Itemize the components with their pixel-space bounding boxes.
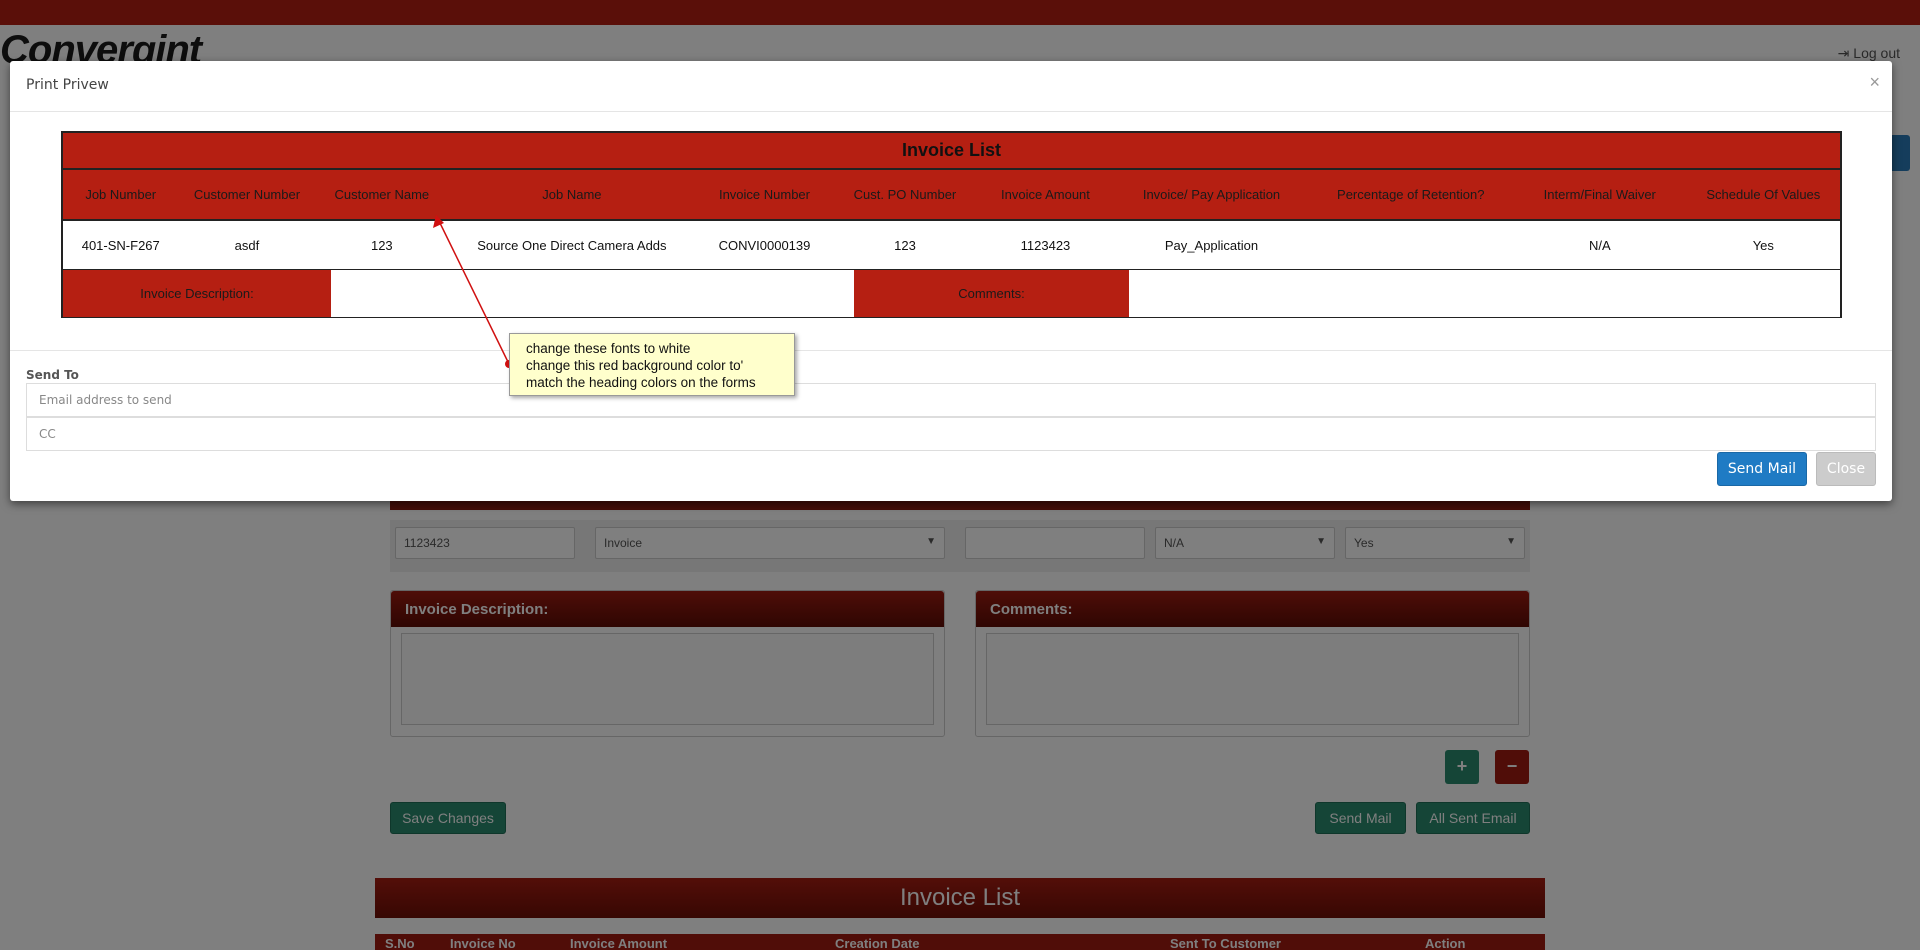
cell-invoice-pay-application: Pay_Application (1114, 220, 1309, 271)
cell-invoice-number: CONVI0000139 (695, 220, 834, 271)
col-invoice-amount: Invoice Amount (976, 168, 1115, 221)
cell-customer-name: 123 (315, 220, 449, 271)
send-mail-button[interactable]: Send Mail (1717, 452, 1807, 486)
annotation-line-2: change this red background color to' (526, 358, 744, 373)
col-customer-name: Customer Name (315, 168, 449, 221)
comments-label: Comments: (854, 270, 1129, 317)
modal-title: Print Privew (26, 77, 109, 93)
annotation-line-1: change these fonts to white (526, 341, 691, 356)
close-button[interactable]: Close (1816, 452, 1876, 486)
col-cust-po-number: Cust. PO Number (833, 168, 977, 221)
invoice-description-value (331, 270, 854, 317)
table-row: 401-SN-F267 asdf 123 Source One Direct C… (60, 220, 1843, 271)
cc-field[interactable]: CC (26, 417, 1876, 451)
send-to-label: Send To (26, 368, 79, 382)
cell-job-name: Source One Direct Camera Adds (448, 220, 696, 271)
col-percentage-retention: Percentage of Retention? (1308, 168, 1513, 221)
cell-job-number: 401-SN-F267 (60, 220, 179, 271)
cell-percentage-retention (1308, 220, 1513, 271)
col-customer-number: Customer Number (178, 168, 316, 221)
modal-header: Print Privew (10, 61, 1892, 112)
cell-customer-number: asdf (178, 220, 316, 271)
invoice-description-label: Invoice Description: (63, 270, 331, 317)
cell-schedule-of-values: Yes (1686, 220, 1843, 271)
comments-value (1129, 270, 1840, 317)
table-title-row: Invoice List (61, 131, 1842, 170)
col-schedule-of-values: Schedule Of Values (1686, 168, 1843, 221)
col-invoice-number: Invoice Number (695, 168, 834, 221)
email-placeholder: Email address to send (39, 393, 172, 407)
table-title: Invoice List (61, 131, 1842, 170)
cell-waiver: N/A (1512, 220, 1687, 271)
col-job-name: Job Name (448, 168, 696, 221)
modal-divider (10, 350, 1892, 351)
description-comments-row: Invoice Description: Comments: (61, 269, 1842, 318)
table-header-row: Job Number Customer Number Customer Name… (60, 168, 1843, 221)
col-invoice-pay-application: Invoice/ Pay Application (1114, 168, 1309, 221)
annotation-callout: change these fonts to white change this … (509, 333, 795, 396)
cc-placeholder: CC (39, 427, 56, 441)
col-waiver: Interm/Final Waiver (1512, 168, 1687, 221)
col-job-number: Job Number (60, 168, 179, 221)
print-preview-modal: Print Privew × Invoice List Job Number C… (10, 61, 1892, 501)
invoice-preview-table: Invoice List Job Number Customer Number … (60, 131, 1843, 271)
annotation-line-3: match the heading colors on the forms (526, 375, 756, 390)
cell-cust-po-number: 123 (833, 220, 977, 271)
cell-invoice-amount: 1123423 (976, 220, 1115, 271)
email-field[interactable]: Email address to send (26, 383, 1876, 417)
close-icon[interactable]: × (1869, 73, 1880, 91)
